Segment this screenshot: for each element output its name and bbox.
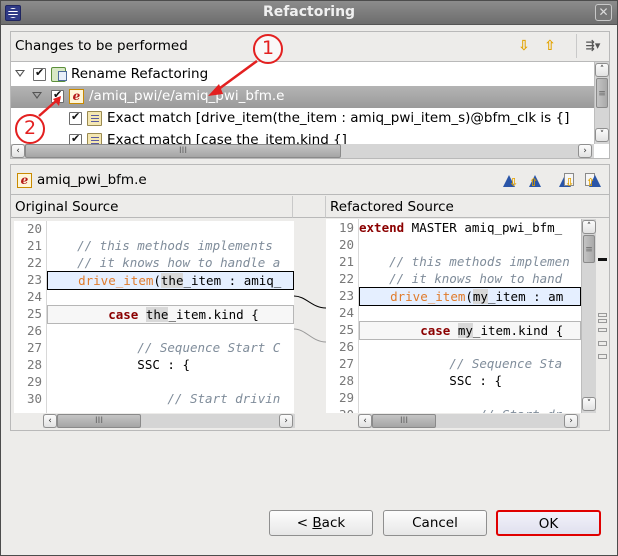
annotation-arrow-2 (38, 100, 57, 117)
annotation-arrow-1 (215, 59, 258, 93)
annotation-arrowhead-1 (208, 84, 223, 96)
refactoring-dialog: Refactoring ✕ Changes to be performed ⇩ … (0, 0, 618, 556)
annotation-arrows (38, 59, 258, 117)
